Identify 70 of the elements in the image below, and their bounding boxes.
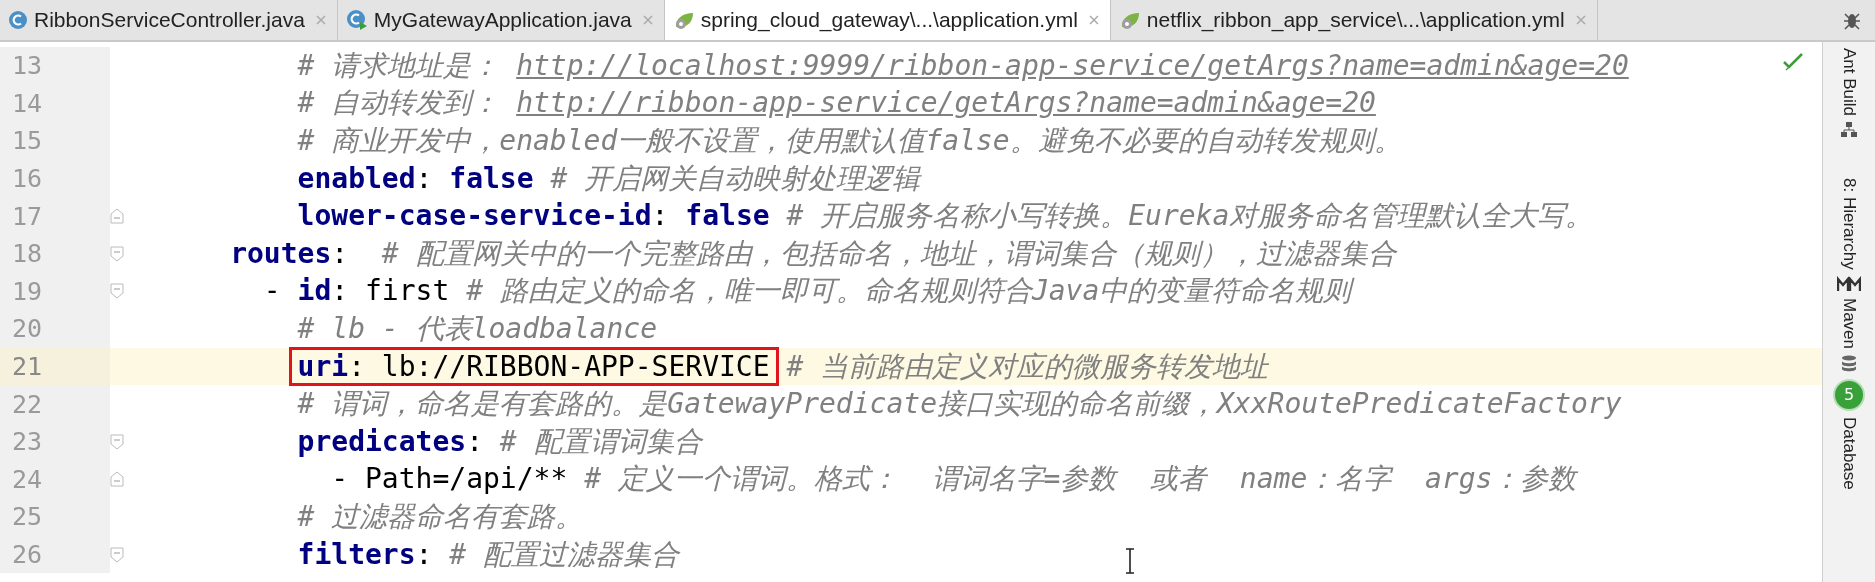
code-comment: # 开启网关自动映射处理逻辑 <box>549 161 921 195</box>
yaml-value: : <box>466 424 483 458</box>
close-icon <box>1087 14 1100 26</box>
code-comment: # lb - 代表loadbalance <box>296 311 657 345</box>
code-comment: # 谓词，命名是有套路的。是GatewayPredicate接口实现的命名前缀，XxxRoutePredicateFactory <box>296 387 1622 421</box>
editor-tab[interactable]: netflix_ribbon_app_service\...\application.yml <box>1110 0 1598 40</box>
fold-icon <box>110 208 124 225</box>
code-comment: # 请求地址是： <box>296 48 501 82</box>
fold-icon <box>110 433 124 450</box>
fold-icon <box>110 245 124 262</box>
yaml-value: false <box>449 161 534 195</box>
line-number: 16 <box>0 159 110 198</box>
yaml-value: - <box>262 274 282 308</box>
yaml-value: : <box>415 537 433 571</box>
line-number: 24 <box>0 460 110 499</box>
fold-icon <box>110 471 124 488</box>
code-comment: # 当前路由定义对应的微服务转发地址 <box>785 349 1269 383</box>
line-number: 18 <box>0 234 110 273</box>
yaml-key: id <box>297 274 332 308</box>
yaml-key: uri <box>297 349 349 383</box>
code-comment: # 开启服务名称小写转换。Eureka对服务命名管理默认全大写。 <box>785 199 1594 233</box>
line-number: 15 <box>0 122 110 160</box>
code-comment: # 配置谓词集合 <box>498 424 702 458</box>
yaml-key: enabled <box>129 161 416 195</box>
close-icon <box>314 14 327 26</box>
code-comment: # 过滤器命名有套路。 <box>296 499 584 533</box>
yaml-value: : <box>415 161 434 195</box>
line-number: 17 <box>0 197 110 235</box>
yaml-key: predicates <box>129 424 467 458</box>
line-number: 21 <box>0 347 110 386</box>
yaml-value: : first <box>331 274 450 308</box>
line-number: 25 <box>0 498 110 536</box>
text-cursor-icon <box>1124 548 1136 574</box>
yaml-key: routes <box>129 236 332 270</box>
code-comment: # 配置网关中的一个完整路由，包括命名，地址，谓词集合（规则），过滤器集合 <box>380 236 1396 270</box>
yaml-key: filters <box>129 537 416 571</box>
code-comment: # 配置过滤器集合 <box>448 537 679 571</box>
tool-window-button[interactable]: 8: Hierarchy <box>1839 178 1859 270</box>
line-number: 20 <box>0 310 110 348</box>
editor-tab[interactable]: spring_cloud_gateway\...\application.yml <box>664 0 1111 40</box>
check-icon <box>1782 50 1804 72</box>
tool-window-button[interactable]: Ant Build <box>1839 48 1859 117</box>
tool-window-button[interactable]: Database <box>1839 416 1859 490</box>
line-number: 14 <box>0 84 110 123</box>
fold-icon <box>110 283 124 300</box>
line-number: 19 <box>0 272 110 311</box>
line-number: 13 <box>0 47 110 85</box>
database-icon <box>1841 354 1857 373</box>
class-icon <box>8 10 28 30</box>
yaml-value: : lb://RIBBON-APP-SERVICE <box>348 349 770 383</box>
yaml-value: false <box>685 199 770 233</box>
class-icon <box>345 9 368 31</box>
hierarchy-icon <box>1841 122 1857 139</box>
line-number: 26 <box>0 535 110 574</box>
code-comment: # 自动转发到： <box>296 86 501 120</box>
yaml-value: : <box>651 199 670 233</box>
m-icon <box>1837 275 1861 292</box>
fold-icon <box>110 546 124 563</box>
yaml-value: : <box>331 236 349 270</box>
editor-tab[interactable]: RibbonServiceController.java <box>0 0 338 40</box>
close-icon <box>1574 14 1587 26</box>
editor-tab[interactable]: MyGatewayApplication.java <box>337 0 665 40</box>
code-comment: # 定义一个谓词。格式： 谓词名字=参数 或者 name：名字 args：参数 <box>583 462 1577 496</box>
close-icon <box>641 14 654 26</box>
yaml-value: - Path=/api/** <box>330 462 568 496</box>
line-number: 22 <box>0 385 110 423</box>
yaml-key: lower-case-service-id <box>129 199 652 233</box>
tool-window-button[interactable]: Maven <box>1839 297 1859 349</box>
code-comment: # 商业开发中，enabled一般不设置，使用默认值false。避免不必要的自动转发规则。 <box>296 124 1402 157</box>
line-number: 23 <box>0 422 110 461</box>
